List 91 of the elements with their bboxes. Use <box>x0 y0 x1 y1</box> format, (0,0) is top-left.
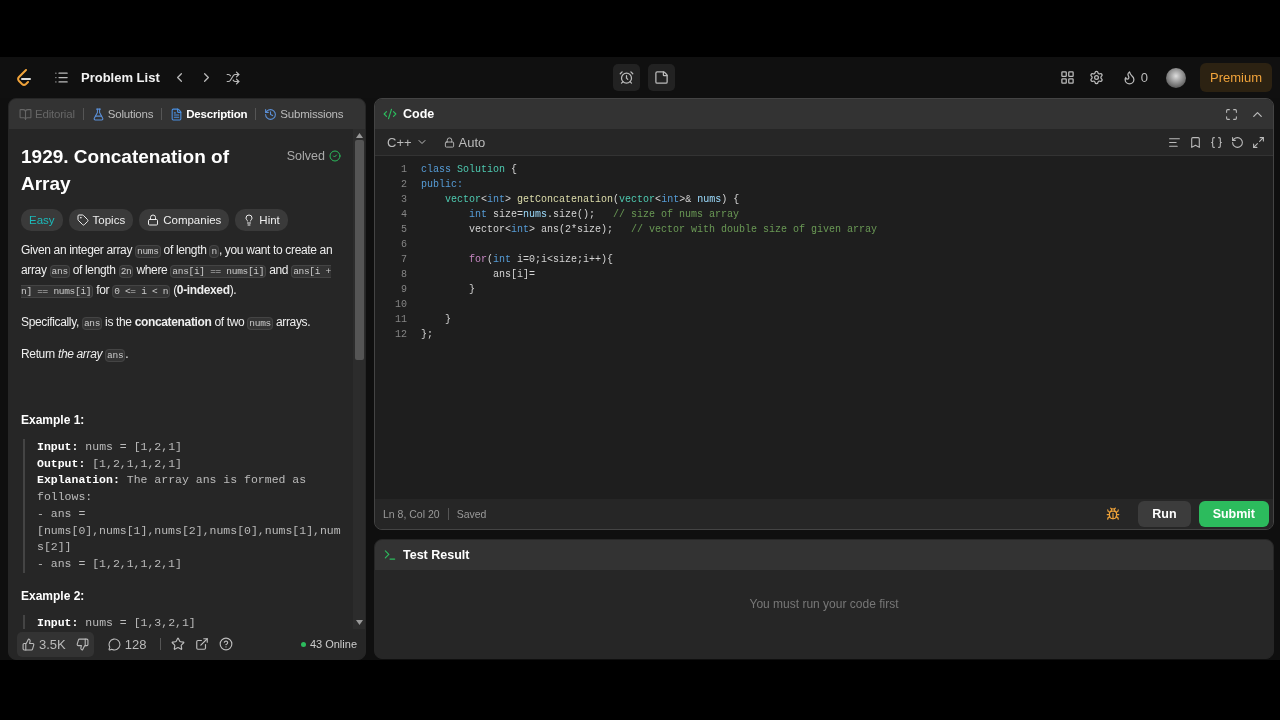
description-paragraph: Specifically, ans is the concatenation of two nums arrays. <box>21 314 312 332</box>
code-line: } <box>468 283 475 297</box>
premium-button[interactable]: Premium <box>1200 63 1272 92</box>
tag-chip[interactable]: Topics <box>68 209 134 231</box>
code-line: public: <box>421 178 463 192</box>
avatar[interactable] <box>1166 67 1186 88</box>
cursor-position: Ln 8, Col 20 <box>383 508 440 520</box>
difficulty-tag: Easy <box>21 209 63 231</box>
note-icon <box>654 70 669 85</box>
comment-icon <box>107 637 121 651</box>
lightbulb-icon <box>243 214 256 226</box>
scrollbar-thumb[interactable] <box>354 140 364 360</box>
flask-icon <box>91 107 105 121</box>
terminal-icon <box>383 548 397 562</box>
example-line: Output: [1,2,1,1,2,1] <box>37 455 183 472</box>
tag-chip[interactable]: Hint <box>235 209 288 231</box>
share-icon[interactable] <box>195 637 210 651</box>
code-line: }; <box>421 328 433 342</box>
format-icon[interactable] <box>1168 135 1181 149</box>
note-button[interactable] <box>648 64 675 91</box>
code-line: vector<int> getConcatenation(vector<int>& nums) { <box>444 193 740 207</box>
book-icon <box>19 107 32 121</box>
save-status: Saved <box>456 508 487 520</box>
lock-icon <box>147 214 160 226</box>
bug-icon[interactable] <box>1106 507 1121 521</box>
panel-title: Code <box>403 107 435 121</box>
streak-button[interactable]: 0 <box>1117 66 1152 89</box>
line-number: 7 <box>400 253 408 267</box>
tag-icon <box>76 214 89 226</box>
flame-icon <box>1121 70 1137 85</box>
line-number: 8 <box>400 268 408 282</box>
code-line: int size=nums.size(); // size of nums array <box>468 208 740 222</box>
solved-status: Solved <box>286 147 341 165</box>
thumbs-up-icon <box>22 637 35 651</box>
tag-chip[interactable]: Companies <box>139 209 230 231</box>
online-count: 43 Online <box>300 638 357 650</box>
problem-title: 1929. Concatenation of Array <box>21 145 230 196</box>
example-line: Input: nums = [1,3,2,1] <box>37 614 197 629</box>
panel-tab[interactable]: Submissions <box>262 107 346 121</box>
auto-mode-button[interactable]: Auto <box>439 130 490 154</box>
example-title: Example 2: <box>21 587 86 605</box>
code-line: ans[i]= <box>492 268 536 282</box>
example-line: Explanation: The array ans is formed as follows: - ans = [nums[0],nums[1],nums[2],nums[0],nums[1],nums[2]] - ans = [1,2,1,1,2,1] <box>37 472 341 572</box>
description-paragraph: Given an integer array nums of length n , you want to create an array ans of length 2n where ans[i] == nums[i] and ans[i + n] == nums[i] for 0 <= i < n (0-indexed). <box>21 242 334 300</box>
example-title: Example 1: <box>21 412 86 429</box>
line-number: 3 <box>400 193 408 207</box>
help-icon[interactable] <box>219 637 234 651</box>
code-line: for(int i=0;i<size;i++){ <box>468 253 614 267</box>
line-number: 1 <box>400 163 408 177</box>
line-number: 4 <box>400 208 408 222</box>
settings-icon[interactable] <box>1088 70 1104 85</box>
logo-icon[interactable] <box>16 68 32 87</box>
line-number: 10 <box>394 298 408 312</box>
star-icon[interactable] <box>171 637 186 651</box>
line-number: 12 <box>394 328 408 342</box>
expand-icon[interactable] <box>1252 135 1265 149</box>
shuffle-icon[interactable] <box>225 70 240 85</box>
example-line: Input: nums = [1,2,1] <box>37 439 183 455</box>
braces-icon[interactable] <box>1210 135 1223 149</box>
bookmark-icon[interactable] <box>1189 135 1202 149</box>
check-icon <box>329 150 341 162</box>
document-icon <box>170 107 184 121</box>
code-line: vector<int> ans(2*size); // vector with double size of given array <box>468 223 878 237</box>
alarm-clock-icon <box>619 70 634 85</box>
code-icon <box>383 107 397 121</box>
reset-icon[interactable] <box>1231 135 1244 149</box>
empty-message: You must run your code first <box>748 596 900 613</box>
run-button[interactable]: Run <box>1138 501 1191 527</box>
panel-title: Test Result <box>403 548 470 562</box>
lock-icon <box>443 136 455 148</box>
line-number: 9 <box>400 283 408 297</box>
list-icon[interactable] <box>54 70 69 85</box>
line-number: 2 <box>400 178 408 192</box>
code-line: class Solution { <box>421 163 518 177</box>
panel-tab[interactable]: Solutions <box>89 107 156 121</box>
grid-icon[interactable] <box>1059 70 1075 85</box>
line-number: 11 <box>394 313 408 327</box>
scroll-down-icon[interactable] <box>355 620 363 625</box>
code-line: } <box>444 313 451 327</box>
panel-tab[interactable]: Description <box>168 107 250 121</box>
scroll-up-icon[interactable] <box>355 133 363 138</box>
maximize-icon[interactable] <box>1225 107 1238 121</box>
history-icon <box>264 107 278 121</box>
line-number: 6 <box>400 238 408 252</box>
description-paragraph: Return the array ans . <box>21 346 130 364</box>
problem-list-link[interactable]: Problem List <box>81 70 160 85</box>
line-number: 5 <box>400 223 408 237</box>
comments-button[interactable]: 128 <box>103 632 151 656</box>
thumbs-down-icon <box>75 637 89 651</box>
timer-button[interactable] <box>613 64 640 91</box>
language-dropdown[interactable]: C++ <box>383 130 432 154</box>
